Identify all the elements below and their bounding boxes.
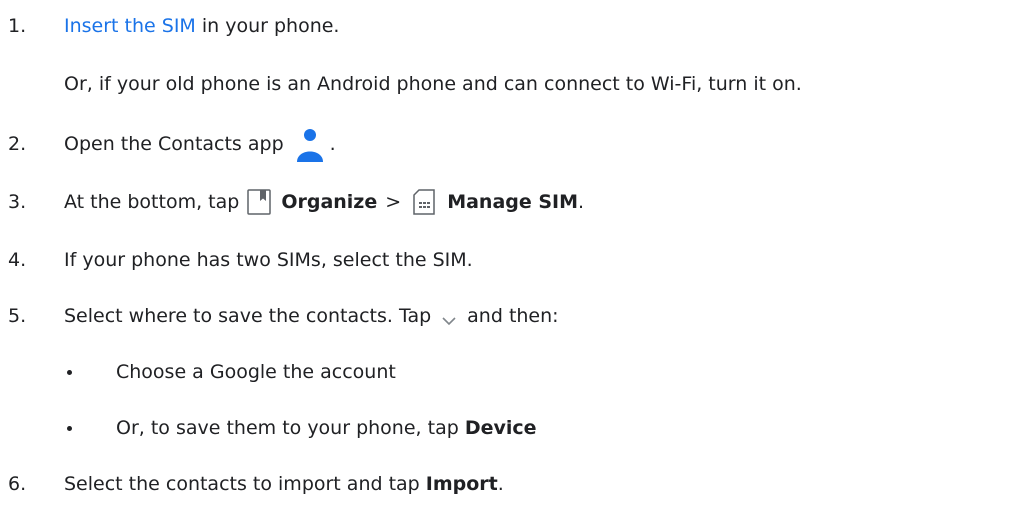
- step-number: 3.: [8, 191, 27, 213]
- step-3-text: At the bottom, tap Organize > Manage SIM…: [64, 189, 584, 215]
- insert-sim-link[interactable]: Insert the SIM: [64, 15, 196, 37]
- device-label: Device: [464, 417, 537, 439]
- step-6-text-end: .: [497, 473, 504, 495]
- bullet-2-text: Or, to save them to your phone, tap Devi…: [116, 417, 537, 439]
- step-3-text-before: At the bottom, tap: [64, 191, 240, 213]
- step-4-text: If your phone has two SIMs, select the S…: [64, 249, 473, 271]
- step-2-text-before: Open the Contacts app: [64, 133, 284, 155]
- sim-card-icon: [411, 189, 437, 215]
- step-5-text-after: and then:: [467, 305, 559, 327]
- step-number: 1.: [8, 15, 27, 37]
- import-label: Import: [425, 473, 498, 495]
- bookmark-icon: [247, 189, 272, 215]
- step-number: 2.: [8, 133, 27, 155]
- separator: >: [385, 191, 402, 213]
- bullet-dot: [67, 370, 72, 375]
- person-icon: [292, 126, 328, 162]
- step-number: 5.: [8, 305, 27, 327]
- step-1-text: Insert the SIM in your phone.: [64, 15, 339, 37]
- step-5-text-before: Select where to save the contacts. Tap: [64, 305, 432, 327]
- step-number: 6.: [8, 473, 27, 495]
- step-2-text-after: .: [329, 133, 336, 155]
- step-2-text: Open the Contacts app .: [64, 126, 336, 162]
- step-5-text: Select where to save the contacts. Tap a…: [64, 305, 559, 327]
- step-6-text-before: Select the contacts to import and tap: [64, 473, 426, 495]
- step-6-text: Select the contacts to import and tap Im…: [64, 473, 504, 495]
- step-1-text-rest: in your phone.: [195, 15, 340, 37]
- bullet-dot: [67, 426, 72, 431]
- organize-label: Organize: [281, 191, 378, 213]
- manage-sim-label: Manage SIM: [447, 191, 579, 213]
- step-3-text-end: .: [578, 191, 585, 213]
- step-number: 4.: [8, 249, 27, 271]
- bullet-2-text-before: Or, to save them to your phone, tap: [116, 417, 465, 439]
- instruction-list: 1. Insert the SIM in your phone. Or, if …: [0, 0, 1035, 508]
- step-1-note: Or, if your old phone is an Android phon…: [64, 73, 802, 95]
- bullet-1-text: Choose a Google the account: [116, 361, 396, 383]
- chevron-down-icon[interactable]: [441, 310, 457, 326]
